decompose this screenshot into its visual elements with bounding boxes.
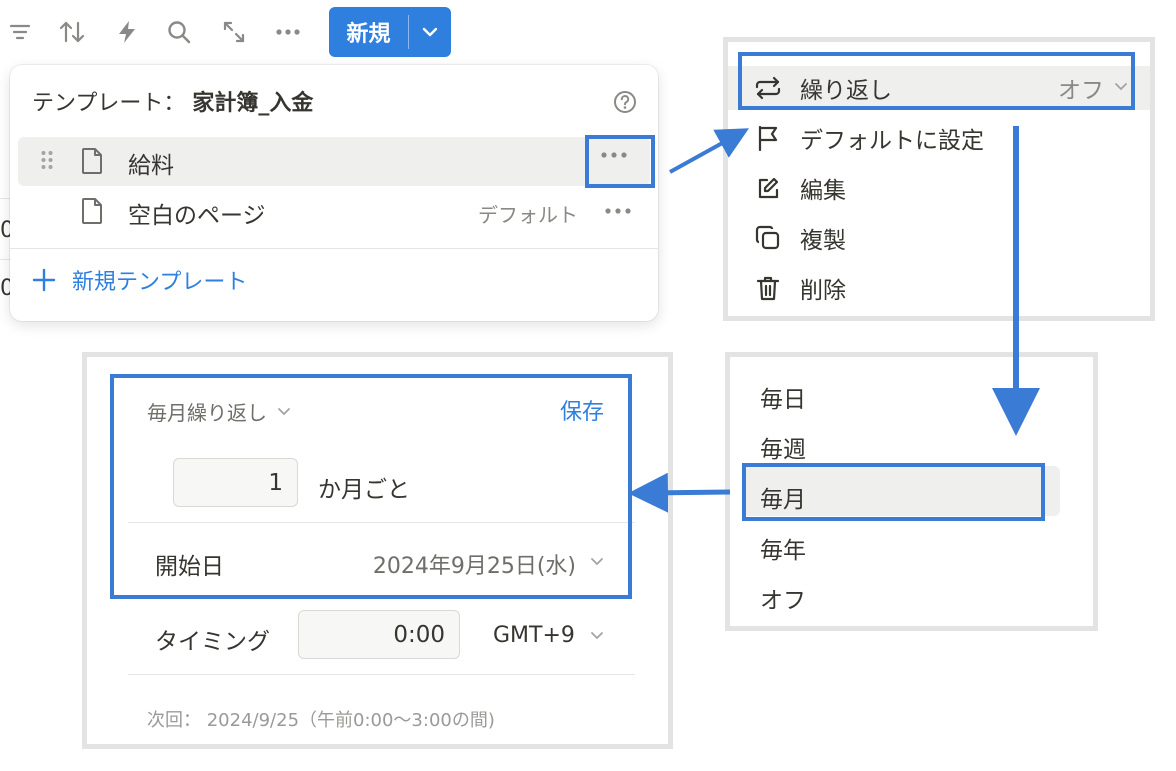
arrow — [628, 472, 731, 513]
arrow — [669, 128, 749, 174]
annotation-arrows — [628, 126, 1040, 513]
